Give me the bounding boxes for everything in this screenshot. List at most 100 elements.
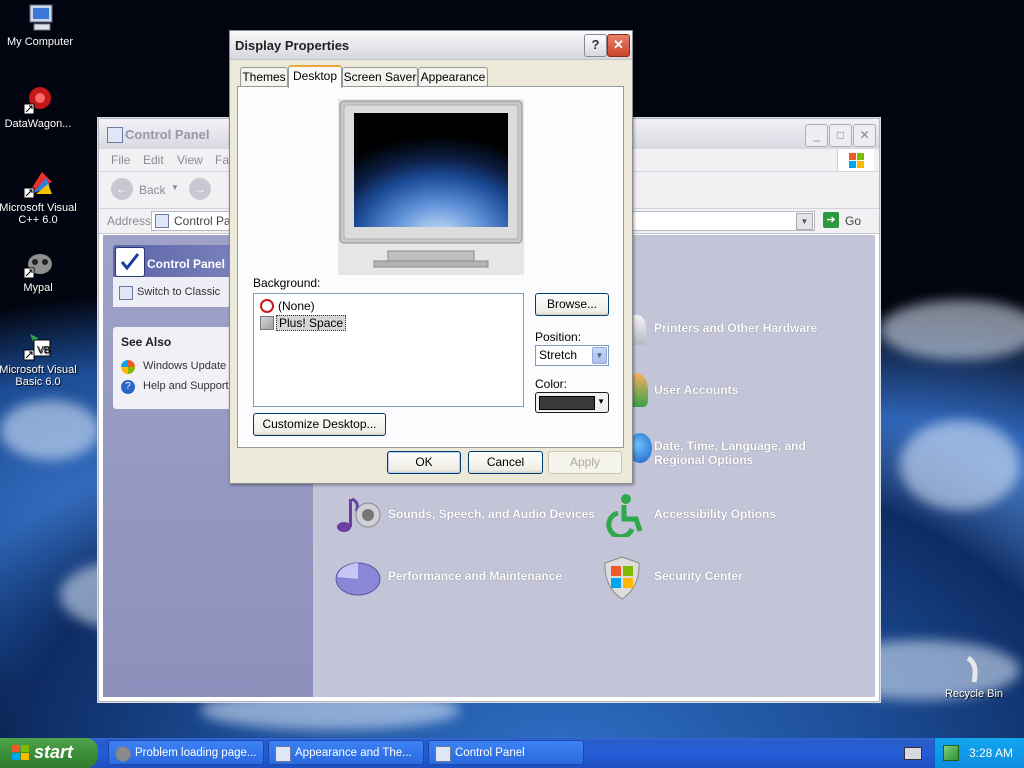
close-button[interactable]: ✕ <box>607 34 630 57</box>
desktop-icon-my-computer[interactable]: My Computer <box>0 2 80 48</box>
cancel-button[interactable]: Cancel <box>468 451 543 474</box>
window-title: Control Panel <box>125 127 210 142</box>
network-icon[interactable] <box>943 745 959 761</box>
desktop-icon-label: Mypal <box>23 282 53 294</box>
back-button[interactable]: ← Back ▼ <box>109 178 183 202</box>
background-listbox[interactable]: (None) Plus! Space <box>253 293 524 407</box>
category-performance[interactable]: Performance and Maintenance <box>335 562 562 596</box>
close-icon: ✕ <box>613 37 624 52</box>
desktop-icon-label: Microsoft Visual Basic 6.0 <box>0 364 77 388</box>
back-arrow-icon: ← <box>111 178 133 200</box>
dialog-titlebar[interactable]: Display Properties ? ✕ <box>230 31 632 60</box>
clock[interactable]: 3:28 AM <box>969 746 1013 760</box>
close-button[interactable]: ✕ <box>853 124 876 147</box>
control-panel-icon <box>155 214 169 228</box>
chevron-down-icon: ▼ <box>592 347 607 364</box>
my-computer-icon <box>24 2 56 34</box>
list-item-label: (None) <box>278 299 315 313</box>
taskbar: start Problem loading page... Appearance… <box>0 738 1024 768</box>
ok-button[interactable]: OK <box>387 451 461 474</box>
menu-favorites[interactable]: Fa <box>215 153 229 167</box>
go-arrow-icon: ➔ <box>823 212 839 228</box>
desktop-icon-mypal[interactable]: Mypal <box>0 248 78 294</box>
browser-icon <box>115 746 131 762</box>
position-label: Position: <box>535 330 582 344</box>
taskbar-button-label: Control Panel <box>455 747 525 759</box>
color-label: Color: <box>535 377 568 391</box>
windows-update-label: Windows Update <box>143 360 227 372</box>
category-sounds[interactable]: Sounds, Speech, and Audio Devices <box>337 497 595 532</box>
visual-basic-shortcut-icon: VB <box>22 330 54 362</box>
tab-appearance[interactable]: Appearance <box>418 67 488 86</box>
recycle-bin-icon <box>958 654 990 686</box>
address-dropdown-button[interactable]: ▼ <box>796 213 813 230</box>
help-support-label: Help and Support <box>143 380 229 392</box>
list-item[interactable]: (None) <box>258 298 458 314</box>
accessibility-icon <box>600 493 646 540</box>
category-user-accounts[interactable]: User Accounts <box>626 373 738 407</box>
control-panel-icon <box>275 746 291 762</box>
taskbar-button-firefox[interactable]: Problem loading page... <box>108 740 264 765</box>
control-panel-small-icon <box>119 286 133 300</box>
category-date-time[interactable]: Date, Time, Language, and Regional Optio… <box>628 433 806 467</box>
browse-button[interactable]: Browse... <box>535 293 609 316</box>
help-button[interactable]: ? <box>584 34 607 57</box>
background-label: Background: <box>253 276 321 290</box>
desktop-icon-label: My Computer <box>6 36 74 48</box>
see-also-title: See Also <box>121 335 172 349</box>
go-label: Go <box>845 214 862 228</box>
desktop-icon-visual-cpp[interactable]: Microsoft Visual C++ 6.0 <box>0 168 78 226</box>
menu-file[interactable]: File <box>111 153 130 167</box>
back-label: Back <box>139 183 166 197</box>
no-entry-icon <box>260 299 274 313</box>
position-select[interactable]: Stretch ▼ <box>535 345 609 366</box>
category-printers[interactable]: Printers and Other Hardware <box>624 315 817 345</box>
dialog-title: Display Properties <box>235 38 350 53</box>
svg-text:VB: VB <box>37 345 51 356</box>
tab-screen-saver[interactable]: Screen Saver <box>342 67 418 86</box>
visual-cpp-shortcut-icon <box>22 168 54 200</box>
taskbar-button-control-panel[interactable]: Control Panel <box>428 740 584 765</box>
windows-logo-icon <box>12 745 30 761</box>
desktop-icon-visual-basic[interactable]: VB Microsoft Visual Basic 6.0 <box>0 330 78 388</box>
keyboard-icon[interactable] <box>904 747 922 760</box>
desktop-icon-datawagon[interactable]: DataWagon... <box>0 84 78 130</box>
monitor-preview <box>338 99 524 275</box>
menu-view[interactable]: View <box>177 153 203 167</box>
forward-button[interactable]: → <box>189 178 211 200</box>
system-tray: 3:28 AM <box>934 738 1024 768</box>
windows-logo-icon <box>837 149 874 171</box>
shield-icon <box>602 555 642 601</box>
start-button[interactable]: start <box>0 738 98 768</box>
tab-themes[interactable]: Themes <box>240 67 288 86</box>
address-label: Address <box>107 214 152 228</box>
taskbar-button-label: Problem loading page... <box>135 747 257 759</box>
minimize-button[interactable]: _ <box>805 124 828 147</box>
desktop-icon-label: Microsoft Visual C++ 6.0 <box>0 202 77 226</box>
go-button[interactable]: ➔ Go <box>821 212 871 230</box>
mypal-shortcut-icon <box>22 248 54 280</box>
desktop-icon-recycle-bin[interactable]: Recycle Bin <box>934 654 1014 700</box>
task-pane-title: Control Panel <box>147 257 226 271</box>
category-security-center[interactable]: Security Center <box>604 556 743 600</box>
display-properties-dialog: Display Properties ? ✕ Themes Desktop Sc… <box>229 30 633 484</box>
address-value: Control Pan <box>174 214 238 228</box>
pie-chart-icon <box>334 555 382 599</box>
customize-desktop-button[interactable]: Customize Desktop... <box>253 413 386 436</box>
color-picker-button[interactable]: ▼ <box>535 392 609 413</box>
menu-edit[interactable]: Edit <box>143 153 164 167</box>
chevron-down-icon: ▼ <box>597 397 605 406</box>
monitor-icon <box>338 99 524 275</box>
taskbar-button-label: Appearance and The... <box>295 747 412 759</box>
maximize-button[interactable]: □ <box>829 124 852 147</box>
list-item-label: Plus! Space <box>276 315 347 331</box>
help-icon: ? <box>121 380 135 394</box>
question-mark-icon: ? <box>591 37 600 52</box>
taskbar-button-appearance[interactable]: Appearance and The... <box>268 740 424 765</box>
category-accessibility[interactable]: Accessibility Options <box>606 494 776 540</box>
apply-button[interactable]: Apply <box>548 451 622 474</box>
position-value: Stretch <box>539 348 578 362</box>
desktop-icon-label: Recycle Bin <box>944 688 1004 700</box>
list-item-selected[interactable]: Plus! Space <box>258 315 458 331</box>
tab-desktop[interactable]: Desktop <box>288 65 342 88</box>
